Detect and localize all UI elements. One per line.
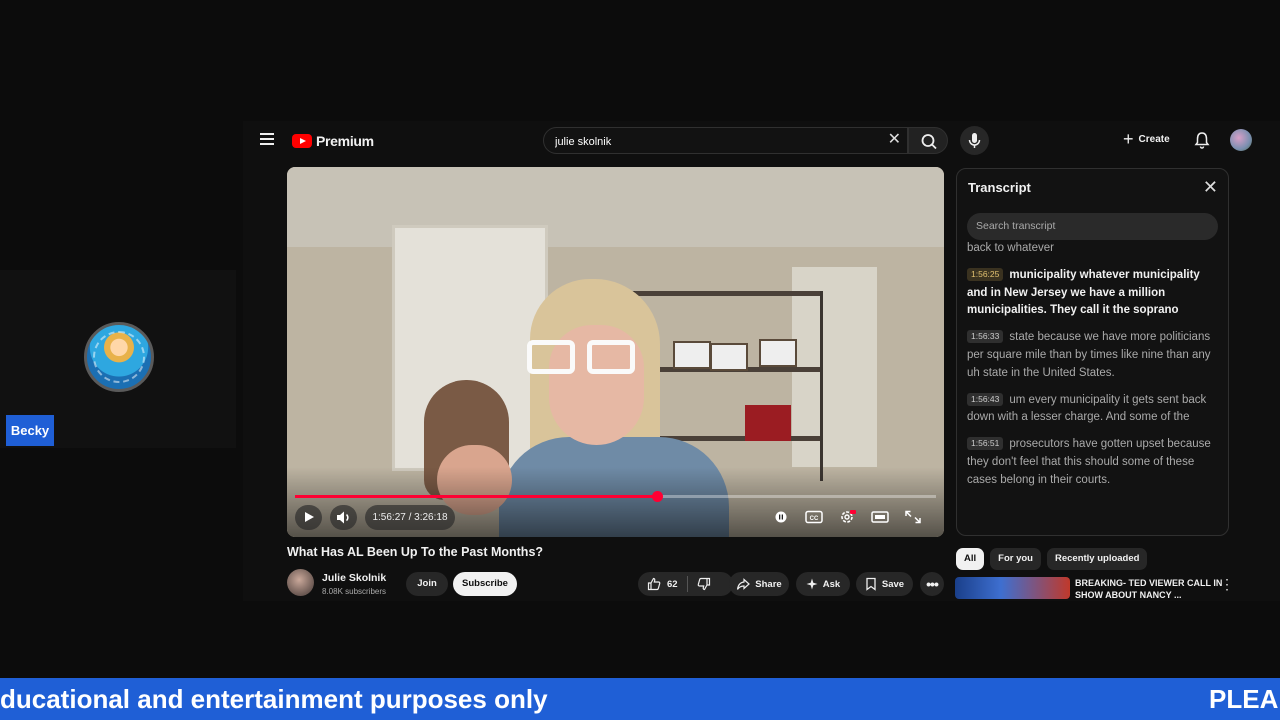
ask-label: Ask — [822, 578, 841, 590]
segment-timestamp: 1:56:25 — [967, 267, 1004, 281]
logo-text: Premium — [316, 133, 374, 149]
more-actions-button[interactable]: ••• — [920, 572, 944, 596]
like-dislike-group: 62 — [638, 572, 733, 596]
chip-for-you[interactable]: For you — [990, 548, 1041, 570]
segment-text: prosecutors have gotten upset because th… — [967, 438, 1211, 486]
svg-text:CC: CC — [810, 516, 819, 522]
save-button[interactable]: Save — [856, 572, 913, 596]
menu-icon[interactable] — [260, 133, 274, 145]
like-button[interactable]: 62 — [638, 572, 687, 596]
search-input[interactable] — [553, 128, 857, 155]
sparkle-icon — [806, 578, 818, 590]
close-icon[interactable]: ✕ — [1203, 178, 1218, 196]
search-box[interactable]: ✕ — [543, 127, 908, 155]
subscribe-button[interactable]: Subscribe — [453, 572, 517, 596]
dislike-button[interactable] — [688, 572, 720, 596]
autoplay-toggle[interactable] — [771, 509, 791, 525]
bookmark-icon — [866, 577, 876, 591]
segment-timestamp: 1:56:51 — [967, 437, 1004, 451]
theater-mode-icon — [871, 511, 889, 523]
pause-toggle-icon — [775, 511, 787, 523]
search-icon — [921, 134, 937, 150]
join-button[interactable]: Join — [406, 572, 448, 596]
share-icon — [737, 578, 751, 590]
presenter-glasses — [527, 340, 639, 380]
guest-avatar — [84, 322, 154, 392]
segment-text: state because we have more politicians p… — [967, 331, 1211, 379]
top-bar: Premium ✕ + Create — [243, 121, 1280, 161]
more-vertical-icon[interactable]: ⋮ — [1220, 577, 1234, 591]
settings-button[interactable] — [837, 509, 857, 525]
youtube-play-icon — [292, 134, 312, 148]
microphone-icon — [968, 133, 981, 148]
chip-all[interactable]: All — [956, 548, 985, 570]
save-label: Save — [881, 578, 905, 590]
guest-name-label: Becky — [6, 415, 54, 446]
right-controls: CC — [771, 509, 923, 525]
transcript-segment-partial[interactable]: back to whatever — [967, 240, 1219, 258]
transcript-panel: Transcript ✕ Search transcript back to w… — [956, 168, 1229, 536]
ticker-text-next: PLEA — [1209, 684, 1279, 714]
ticker-text: ducational and entertainment purposes on… — [0, 684, 548, 714]
youtube-logo[interactable]: Premium — [292, 133, 374, 149]
fullscreen-button[interactable] — [903, 509, 923, 525]
channel-name[interactable]: Julie Skolnik — [322, 572, 386, 584]
progress-bar[interactable] — [295, 491, 936, 502]
bottom-ticker: ducational and entertainment purposes on… — [0, 678, 1280, 720]
captions-button[interactable]: CC — [804, 509, 824, 525]
segment-timestamp: 1:56:43 — [967, 392, 1004, 406]
clear-search-icon[interactable]: ✕ — [888, 132, 901, 148]
more-horizontal-icon: ••• — [926, 576, 939, 592]
plus-icon: + — [1123, 129, 1134, 149]
search-button[interactable] — [908, 127, 948, 154]
subscriber-count: 8.08K subscribers — [322, 587, 387, 596]
voice-search-button[interactable] — [960, 126, 989, 155]
play-button[interactable] — [295, 505, 322, 530]
create-label: Create — [1138, 133, 1170, 145]
volume-button[interactable] — [330, 505, 357, 530]
time-display: 1:56:27 / 3:26:18 — [365, 505, 455, 530]
ask-button[interactable]: Ask — [796, 572, 850, 596]
recommendation-chips: All For you Recently uploaded — [956, 548, 1148, 570]
video-player[interactable]: 1:56:27 / 3:26:18 CC — [287, 167, 944, 537]
chip-recently-uploaded[interactable]: Recently uploaded — [1046, 548, 1148, 570]
create-button[interactable]: + Create — [1123, 129, 1170, 149]
transcript-segment[interactable]: 1:56:25 municipality whatever municipalit… — [967, 267, 1219, 320]
transcript-title: Transcript — [968, 180, 1031, 195]
fullscreen-icon — [905, 510, 921, 524]
share-button[interactable]: Share — [729, 572, 789, 596]
transcript-segment[interactable]: 1:56:33 state because we have more politi… — [967, 329, 1219, 382]
segment-timestamp: 1:56:33 — [967, 330, 1004, 344]
video-title: What Has AL Been Up To the Past Months? — [287, 545, 544, 559]
progress-played — [295, 495, 658, 498]
notifications-button[interactable] — [1194, 131, 1210, 154]
youtube-window: Premium ✕ + Create — [243, 121, 1280, 601]
bell-icon — [1194, 132, 1210, 149]
thumbs-down-icon — [697, 577, 710, 591]
share-label: Share — [755, 578, 782, 590]
transcript-search-input[interactable]: Search transcript — [967, 213, 1218, 240]
channel-avatar[interactable] — [287, 569, 314, 596]
like-count: 62 — [667, 578, 678, 590]
recommended-video-title[interactable]: BREAKING- TED VIEWER CALL IN SHOW ABOUT … — [1075, 577, 1225, 601]
transcript-segment[interactable]: 1:56:43 um every municipality it gets sen… — [967, 392, 1219, 428]
volume-icon — [337, 511, 349, 524]
transcript-segment[interactable]: 1:56:51 prosecutors have gotten upset bec… — [967, 436, 1219, 489]
transcript-list: back to whatever 1:56:25 municipality wha… — [967, 240, 1219, 530]
theater-mode-button[interactable] — [870, 509, 890, 525]
recommended-video-thumbnail[interactable] — [955, 577, 1070, 599]
thumbs-up-icon — [647, 577, 661, 591]
captions-icon: CC — [805, 510, 823, 524]
account-avatar[interactable] — [1230, 129, 1252, 151]
gear-icon — [841, 510, 856, 523]
